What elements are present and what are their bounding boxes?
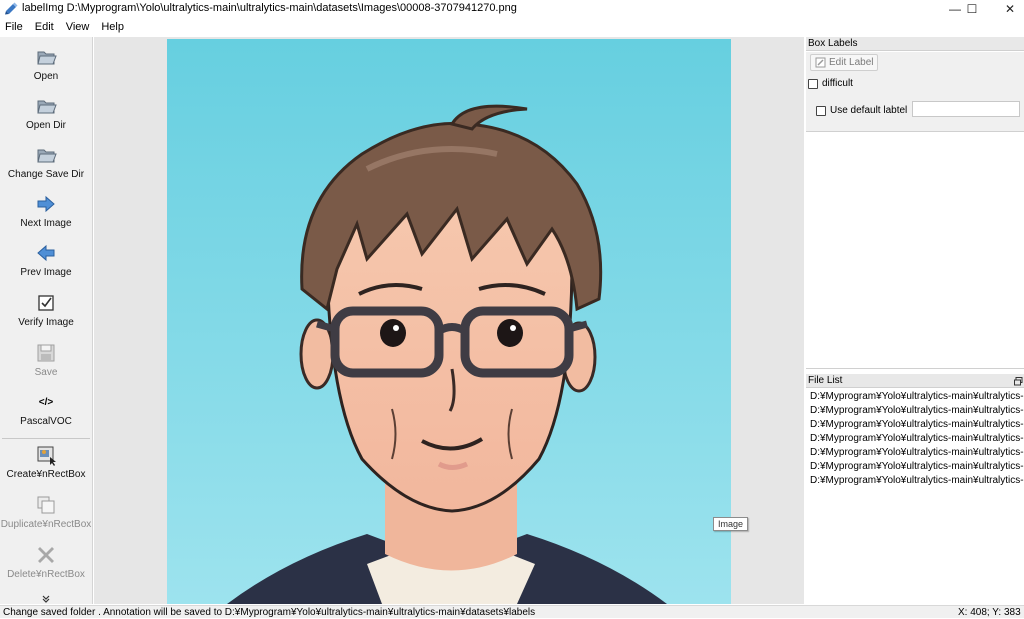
file-list-item[interactable]: D:¥Myprogram¥Yolo¥ultralytics-main¥ultra… bbox=[806, 446, 1024, 460]
file-list[interactable]: D:¥Myprogram¥Yolo¥ultralytics-main¥ultra… bbox=[806, 390, 1024, 603]
default-label-input[interactable] bbox=[912, 101, 1020, 117]
create-rectbox-label: Create¥nRectBox bbox=[6, 469, 86, 480]
title-bar: labelImg D:\Myprogram\Yolo\ultralytics-m… bbox=[0, 0, 1024, 18]
pascalvoc-label: PascalVOC bbox=[20, 416, 72, 427]
arrow-right-icon bbox=[37, 195, 55, 213]
pencil-icon bbox=[815, 57, 826, 68]
image-tooltip: Image bbox=[713, 517, 749, 531]
window-title: labelImg D:\Myprogram\Yolo\ultralytics-m… bbox=[22, 2, 517, 14]
open-button[interactable]: Open bbox=[0, 46, 92, 82]
undock-icon[interactable] bbox=[1014, 377, 1023, 386]
tool-bar: Open Open Dir Change Save Dir Next Image… bbox=[0, 37, 93, 604]
change-save-dir-button[interactable]: Change Save Dir bbox=[0, 144, 92, 180]
create-rectbox-button[interactable]: Create¥nRectBox bbox=[0, 444, 92, 480]
status-message: Change saved folder . Annotation will be… bbox=[3, 607, 536, 618]
use-default-label-row[interactable]: Use default labtel bbox=[816, 105, 907, 116]
file-list-panel: File List D:¥Myprogram¥Yolo¥ultralytics-… bbox=[806, 374, 1024, 605]
file-list-item[interactable]: D:¥Myprogram¥Yolo¥ultralytics-main¥ultra… bbox=[806, 390, 1024, 404]
duplicate-rectbox-label: Duplicate¥nRectBox bbox=[0, 519, 92, 530]
close-button[interactable]: ✕ bbox=[993, 0, 1024, 18]
pascalvoc-format-button[interactable]: </> PascalVOC bbox=[0, 391, 92, 428]
verify-image-label: Verify Image bbox=[18, 317, 74, 328]
duplicate-rectbox-button[interactable]: Duplicate¥nRectBox bbox=[0, 494, 92, 530]
maximize-button[interactable]: ☐ bbox=[955, 0, 989, 18]
use-default-label-text: Use default labtel bbox=[830, 105, 908, 116]
change-save-dir-label: Change Save Dir bbox=[7, 169, 85, 180]
file-list-item[interactable]: D:¥Myprogram¥Yolo¥ultralytics-main¥ultra… bbox=[806, 404, 1024, 418]
toolbar-separator bbox=[2, 438, 90, 439]
annotation-image[interactable] bbox=[167, 39, 731, 604]
double-chevron-down-icon[interactable] bbox=[41, 594, 51, 604]
difficult-label: difficult bbox=[822, 78, 853, 89]
anime-portrait-image bbox=[167, 39, 731, 604]
box-labels-header: Box Labels bbox=[806, 37, 1024, 51]
prev-image-label: Prev Image bbox=[20, 267, 72, 278]
file-list-header: File List bbox=[806, 374, 1024, 388]
checkbox-icon bbox=[38, 295, 54, 311]
create-rectbox-icon bbox=[37, 446, 56, 466]
folder-icon bbox=[37, 100, 57, 114]
edit-label-button[interactable]: Edit Label bbox=[810, 54, 878, 71]
menu-edit[interactable]: Edit bbox=[30, 18, 61, 36]
difficult-checkbox-row[interactable]: difficult bbox=[808, 78, 853, 89]
open-label: Open bbox=[33, 71, 59, 82]
labelimg-app-icon bbox=[5, 2, 18, 15]
arrow-left-icon bbox=[37, 244, 55, 262]
file-list-item[interactable]: D:¥Myprogram¥Yolo¥ultralytics-main¥ultra… bbox=[806, 432, 1024, 446]
menu-bar: File Edit View Help bbox=[0, 18, 1024, 36]
menu-help[interactable]: Help bbox=[96, 18, 131, 36]
save-label: Save bbox=[34, 367, 58, 378]
folder-icon bbox=[37, 149, 57, 163]
delete-rectbox-label: Delete¥nRectBox bbox=[7, 569, 85, 580]
duplicate-icon bbox=[37, 496, 55, 514]
delete-icon bbox=[38, 547, 54, 563]
label-list[interactable] bbox=[806, 131, 1024, 369]
file-list-item[interactable]: D:¥Myprogram¥Yolo¥ultralytics-main¥ultra… bbox=[806, 418, 1024, 432]
open-dir-label: Open Dir bbox=[25, 120, 66, 131]
image-canvas[interactable]: Image bbox=[94, 37, 804, 604]
next-image-label: Next Image bbox=[20, 218, 72, 229]
folder-icon bbox=[37, 51, 57, 65]
save-icon bbox=[37, 344, 55, 362]
difficult-checkbox[interactable] bbox=[808, 78, 818, 89]
save-button[interactable]: Save bbox=[0, 342, 92, 378]
cursor-coordinates: X: 408; Y: 383 bbox=[958, 607, 1021, 618]
file-list-item[interactable]: D:¥Myprogram¥Yolo¥ultralytics-main¥ultra… bbox=[806, 460, 1024, 474]
use-default-label-checkbox[interactable] bbox=[816, 105, 826, 116]
edit-label-text: Edit Label bbox=[829, 57, 874, 68]
next-image-button[interactable]: Next Image bbox=[0, 193, 92, 229]
delete-rectbox-button[interactable]: Delete¥nRectBox bbox=[0, 544, 92, 580]
code-icon: </> bbox=[38, 396, 54, 408]
file-list-item[interactable]: D:¥Myprogram¥Yolo¥ultralytics-main¥ultra… bbox=[806, 474, 1024, 488]
open-dir-button[interactable]: Open Dir bbox=[0, 95, 92, 131]
verify-image-button[interactable]: Verify Image bbox=[0, 292, 92, 328]
prev-image-button[interactable]: Prev Image bbox=[0, 242, 92, 278]
status-bar: Change saved folder . Annotation will be… bbox=[0, 605, 1024, 618]
menu-view[interactable]: View bbox=[61, 18, 97, 36]
box-labels-panel: Box Labels Edit Label difficult Use defa… bbox=[806, 37, 1024, 369]
file-list-title: File List bbox=[808, 375, 843, 386]
menu-file[interactable]: File bbox=[0, 18, 30, 36]
